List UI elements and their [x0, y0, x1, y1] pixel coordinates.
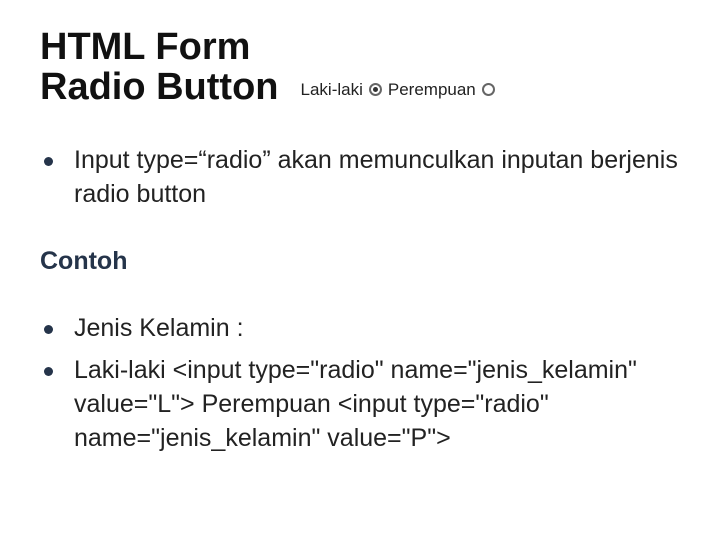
title-row: HTML Form Radio Button Laki-laki Perempu…	[40, 28, 680, 108]
slide-title: HTML Form Radio Button	[40, 28, 279, 108]
radio-icon-unselected	[482, 83, 495, 96]
bullet-item: Jenis Kelamin :	[40, 312, 680, 346]
title-line-2: Radio Button	[40, 66, 279, 108]
bullet-item: Input type=“radio” akan memunculkan inpu…	[40, 144, 680, 212]
radio-sample: Laki-laki Perempuan	[297, 76, 503, 104]
sample-label-2: Perempuan	[388, 80, 476, 100]
radio-icon-selected	[369, 83, 382, 96]
title-line-1: HTML Form	[40, 26, 250, 68]
bullet-item: Laki-laki <input type="radio" name="jeni…	[40, 354, 680, 455]
sample-label-1: Laki-laki	[301, 80, 363, 100]
bullet-list-2: Jenis Kelamin : Laki-laki <input type="r…	[40, 312, 680, 455]
bullet-list-1: Input type=“radio” akan memunculkan inpu…	[40, 144, 680, 212]
section-label: Contoh	[40, 247, 680, 276]
